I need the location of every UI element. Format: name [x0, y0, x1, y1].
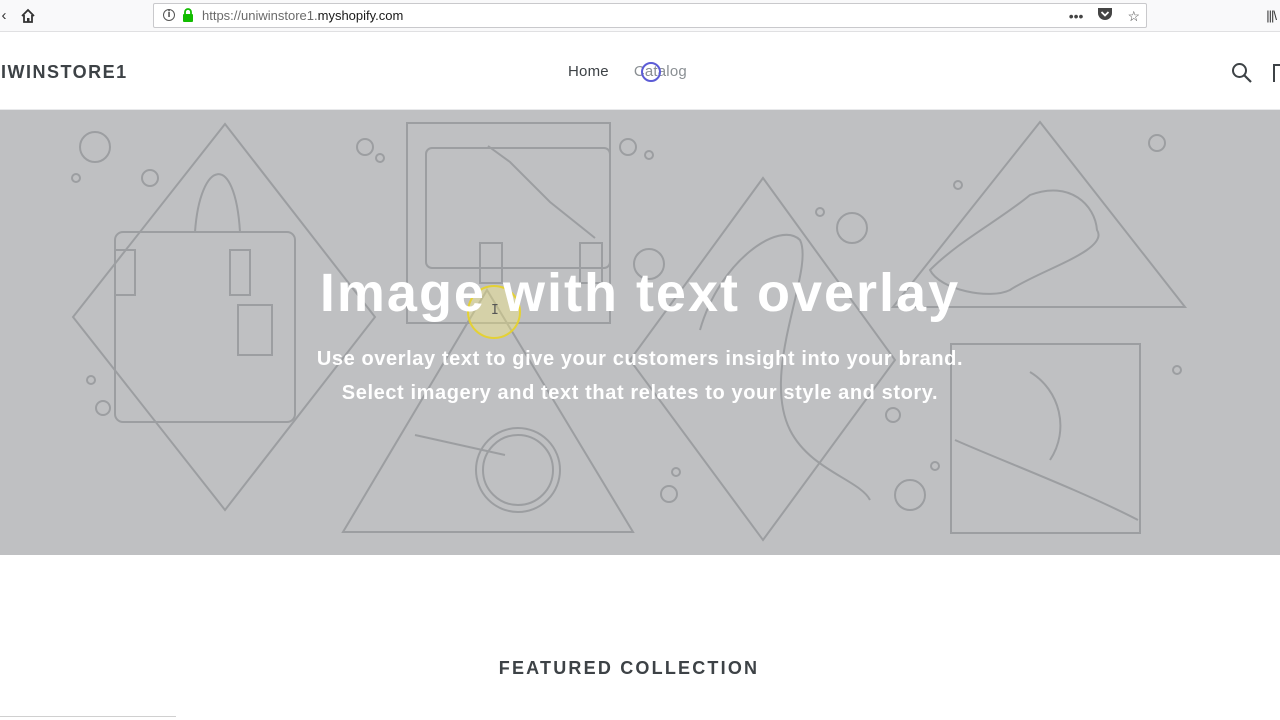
lock-icon[interactable] [182, 8, 194, 22]
cart-icon[interactable] [1273, 64, 1280, 82]
pocket-icon[interactable] [1097, 7, 1113, 26]
nav-home[interactable]: Home [568, 63, 609, 80]
hero-subtitle: Use overlay text to give your customers … [0, 342, 1280, 410]
search-icon[interactable] [1231, 62, 1253, 84]
featured-collection-heading: FEATURED COLLECTION [498, 658, 760, 678]
browser-toolbar: ‹ i https://uniwinstore1.myshopify.com •… [0, 0, 1280, 32]
url-text[interactable]: https://uniwinstore1.myshopify.com [202, 8, 403, 23]
hero-subtitle-line-1: Use overlay text to give your customers … [316, 348, 964, 370]
star-icon[interactable]: ☆ [1127, 7, 1140, 25]
more-dots-icon[interactable]: ••• [1069, 7, 1084, 25]
click-indicator [641, 62, 661, 82]
hero-illustration [71, 120, 1188, 542]
library-icon[interactable]: |||\ [1266, 8, 1277, 23]
store-header: IWINSTORE1 Home Catalog [0, 33, 1280, 110]
back-arrow-icon[interactable]: ‹ [0, 6, 14, 26]
url-bar[interactable]: i https://uniwinstore1.myshopify.com •••… [153, 3, 1147, 28]
site-nav: Home Catalog [568, 63, 687, 80]
store-logo[interactable]: IWINSTORE1 [1, 62, 128, 83]
info-icon[interactable]: i [163, 9, 175, 21]
home-icon[interactable] [18, 6, 38, 26]
hero-subtitle-line-2: Select imagery and text that relates to … [341, 382, 939, 404]
divider [0, 716, 176, 717]
hero-title: Image with text overlay [319, 263, 961, 323]
hero-banner: I Image with text overlay Use overlay te… [0, 110, 1280, 555]
